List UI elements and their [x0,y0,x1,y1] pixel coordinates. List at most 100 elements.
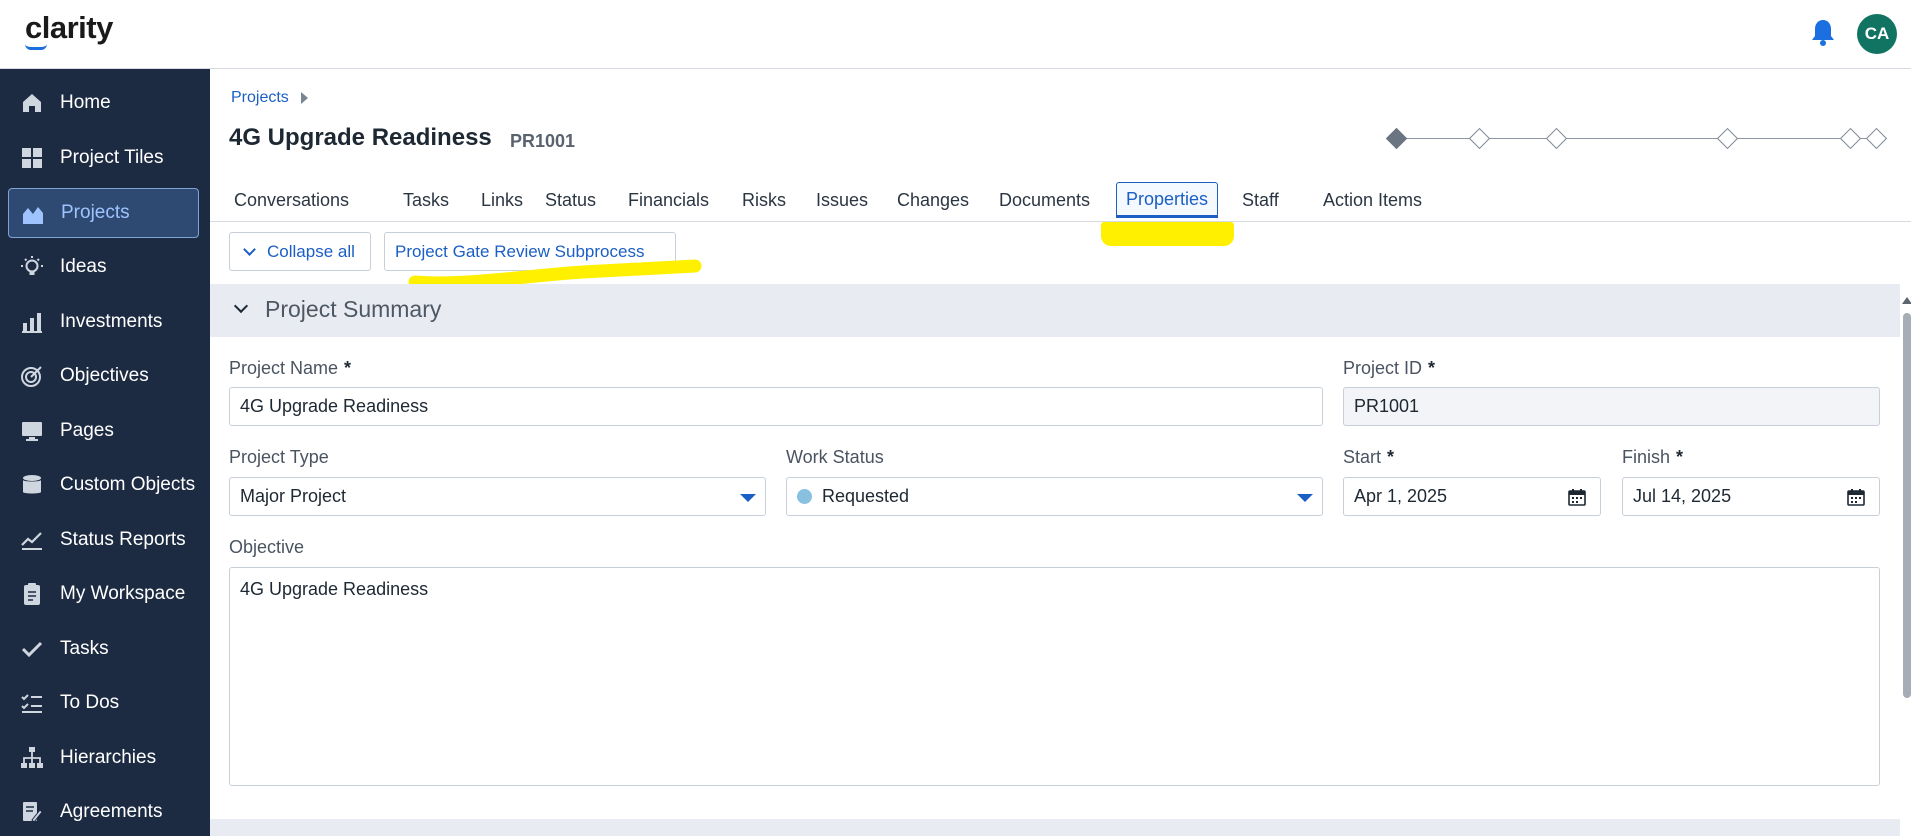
tab-risks[interactable]: Risks [733,182,795,218]
dropdown-caret-icon [740,494,756,502]
database-icon [23,475,41,494]
scroll-up-arrow-icon[interactable] [1902,297,1911,304]
tab-properties[interactable]: Properties [1116,182,1219,218]
work-status-value: Requested [822,486,910,506]
objective-label: Objective [229,537,305,557]
stage-marker[interactable] [1545,127,1568,150]
objective-textarea[interactable]: 4G Upgrade Readiness [229,567,1880,786]
sidebar-item-objectives[interactable]: Objectives [8,351,199,401]
sidebar-item-investments[interactable]: Investments [8,297,199,347]
calendar-icon[interactable] [1568,489,1586,506]
highlight-mark-tab [1101,222,1234,246]
sidebar-item-custom-objects[interactable]: Custom Objects [8,460,199,510]
work-status-label: Work Status [786,447,884,467]
scrollbar-thumb[interactable] [1903,313,1911,698]
sidebar-item-label: To Dos [60,692,120,713]
target-icon [21,366,42,387]
lightbulb-icon [21,256,43,275]
monitor-icon [22,422,42,441]
sidebar-item-pages[interactable]: Pages [8,406,199,456]
tiles-icon [22,148,42,168]
calendar-icon[interactable] [1847,489,1865,506]
collapse-all-button[interactable]: Collapse all [229,232,371,271]
tab-issues[interactable]: Issues [807,182,877,218]
tab-bar: Conversations Tasks Links Status Financi… [210,175,1911,222]
project-code: PR1001 [510,131,576,151]
work-status-select[interactable]: Requested [786,477,1323,516]
stage-marker[interactable] [1865,127,1888,150]
sidebar-item-label: Hierarchies [60,747,157,768]
next-section-header[interactable] [210,819,1900,836]
tab-changes[interactable]: Changes [888,182,978,218]
checklist-icon [21,694,42,713]
sidebar-item-tasks[interactable]: Tasks [8,624,199,674]
sidebar-item-label: Pages [60,420,114,441]
clipboard-icon [24,583,40,605]
main-content: Projects 4G Upgrade Readiness PR1001 Con… [210,69,1911,836]
tab-status[interactable]: Status [536,182,605,218]
sidebar-item-label: Status Reports [60,529,186,550]
stage-marker[interactable] [1468,127,1491,150]
sidebar-item-project-tiles[interactable]: Project Tiles [8,133,199,183]
start-date-input[interactable]: Apr 1, 2025 [1343,477,1601,516]
sidebar-item-home[interactable]: Home [8,78,199,128]
tab-documents[interactable]: Documents [990,182,1099,218]
stage-marker[interactable] [1716,127,1739,150]
dropdown-caret-icon [1297,494,1313,502]
tab-tasks[interactable]: Tasks [394,182,458,218]
sidebar-item-label: Home [60,92,111,113]
project-name-label: Project Name * [229,358,352,378]
tab-action-items[interactable]: Action Items [1314,182,1431,218]
sidebar-item-ideas[interactable]: Ideas [8,242,199,292]
clarity-logo[interactable]: clarity [25,10,113,46]
section-header-project-summary[interactable]: Project Summary [210,284,1900,337]
sidebar-item-my-workspace[interactable]: My Workspace [8,569,199,619]
finish-date-value: Jul 14, 2025 [1633,486,1732,506]
sidebar-item-label: Investments [60,311,163,332]
breadcrumb-arrow-icon [300,92,308,104]
home-icon [23,94,41,112]
sidebar-item-label: My Workspace [60,583,186,604]
tab-financials[interactable]: Financials [619,182,718,218]
project-type-select[interactable]: Major Project [229,477,766,516]
section-title: Project Summary [265,296,442,322]
stage-marker-current[interactable] [1385,127,1408,150]
hierarchy-icon [21,747,43,768]
start-label: Start * [1343,447,1395,467]
page-title: 4G Upgrade Readiness [229,124,492,151]
line-chart-icon [21,532,42,550]
project-id-field: PR1001 [1343,387,1880,426]
project-type-label: Project Type [229,447,329,467]
logo-swoosh [25,44,47,50]
project-type-value: Major Project [240,486,347,506]
tab-conversations[interactable]: Conversations [225,182,358,218]
sidebar: Home Project Tiles Projects Ideas Invest… [0,69,210,836]
top-bar: clarity CA [0,0,1911,69]
bell-icon[interactable] [1810,18,1836,48]
sidebar-item-projects[interactable]: Projects [8,188,199,238]
tab-staff[interactable]: Staff [1233,182,1288,218]
finish-date-input[interactable]: Jul 14, 2025 [1622,477,1880,516]
sidebar-item-label: Ideas [60,256,107,277]
start-date-value: Apr 1, 2025 [1354,486,1448,506]
sidebar-item-label: Projects [61,202,130,223]
sidebar-item-to-dos[interactable]: To Dos [8,678,199,728]
project-id-label: Project ID * [1343,358,1436,378]
status-dot-icon [797,489,812,504]
project-name-input[interactable]: 4G Upgrade Readiness [229,387,1323,426]
user-avatar[interactable]: CA [1857,14,1897,54]
finish-label: Finish * [1622,447,1684,467]
bar-chart-icon [22,313,42,333]
agreement-icon [23,802,43,823]
chevron-down-icon [243,243,256,256]
stage-marker[interactable] [1839,127,1862,150]
stage-gate-tracker [1385,127,1905,151]
sidebar-item-label: Objectives [60,365,149,386]
tab-links[interactable]: Links [472,182,532,218]
projects-icon [23,207,43,224]
breadcrumb-projects-link[interactable]: Projects [231,89,289,107]
sidebar-item-status-reports[interactable]: Status Reports [8,515,199,565]
sidebar-item-hierarchies[interactable]: Hierarchies [8,733,199,783]
sidebar-item-agreements[interactable]: Agreements [8,787,199,836]
sidebar-item-label: Agreements [60,801,163,822]
